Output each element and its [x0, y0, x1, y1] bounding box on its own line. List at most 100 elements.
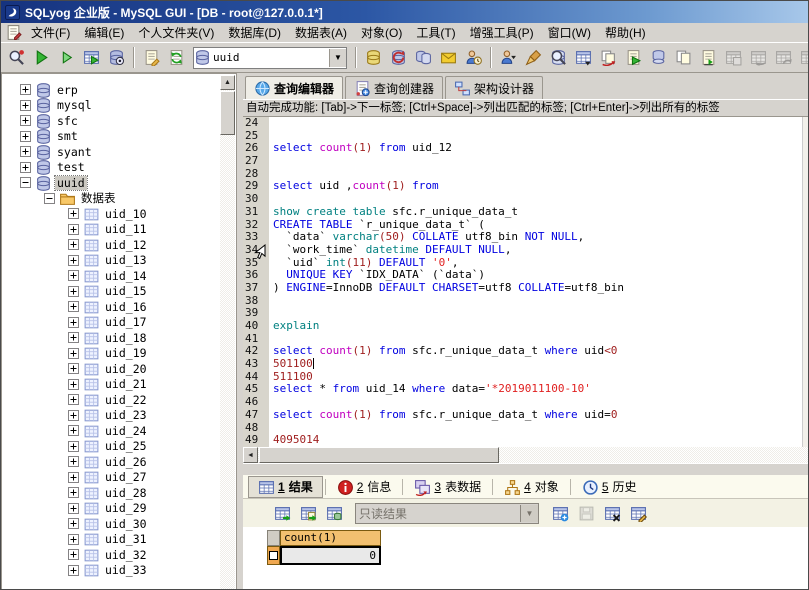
result-tab-表数据[interactable]: 3 表数据 — [405, 477, 490, 497]
tree-scrollbar[interactable]: ▲ — [220, 75, 235, 590]
expand-icon[interactable] — [68, 441, 79, 452]
menu-item[interactable]: 对象(O) — [354, 22, 409, 43]
import-button[interactable] — [671, 45, 696, 70]
sql-editor[interactable]: 242526select count(1) from uid_12272829s… — [243, 117, 809, 447]
sidebar-db-sfc[interactable]: sfc — [2, 113, 218, 129]
execute-grid-button[interactable] — [79, 45, 104, 70]
sidebar-table-uid_11[interactable]: uid_11 — [2, 222, 218, 238]
sidebar-table-uid_18[interactable]: uid_18 — [2, 330, 218, 346]
sidebar-db-erp[interactable]: erp — [2, 82, 218, 98]
expand-icon[interactable] — [68, 239, 79, 250]
menu-item[interactable]: 数据表(A) — [288, 22, 354, 43]
dropdown-arrow-icon[interactable]: ▼ — [329, 49, 346, 67]
duplicate-db-button[interactable] — [646, 45, 671, 70]
email-button[interactable] — [436, 45, 461, 70]
expand-icon[interactable] — [20, 162, 31, 173]
menu-item[interactable]: 数据库(D) — [221, 22, 288, 43]
execute-file-button[interactable] — [621, 45, 646, 70]
user-manager-button[interactable] — [496, 45, 521, 70]
sidebar-table-uid_25[interactable]: uid_25 — [2, 439, 218, 455]
result-tab-结果[interactable]: 1 结果 — [248, 476, 323, 498]
sidebar-table-uid_19[interactable]: uid_19 — [2, 346, 218, 362]
menu-item[interactable]: 帮助(H) — [598, 22, 653, 43]
expand-icon[interactable] — [20, 115, 31, 126]
sidebar-table-uid_15[interactable]: uid_15 — [2, 284, 218, 300]
expand-icon[interactable] — [20, 146, 31, 157]
flush-button[interactable] — [521, 45, 546, 70]
tree-scroll-thumb[interactable] — [220, 91, 235, 135]
connect-db-button[interactable] — [361, 45, 386, 70]
sidebar-tables-folder[interactable]: 数据表 — [2, 191, 218, 207]
connect-button[interactable] — [4, 45, 29, 70]
expand-icon[interactable] — [68, 348, 79, 359]
expand-icon[interactable] — [20, 84, 31, 95]
editor-scroll-left-button[interactable]: ◄ — [243, 447, 258, 463]
tab-架构设计器[interactable]: 架构设计器 — [445, 76, 543, 99]
grid-column-header[interactable]: count(1) — [280, 530, 381, 546]
sidebar-table-uid_28[interactable]: uid_28 — [2, 485, 218, 501]
sidebar-db-smt[interactable]: smt — [2, 129, 218, 145]
database-selector[interactable]: uuid▼ — [193, 47, 347, 69]
expand-icon[interactable] — [68, 487, 79, 498]
tree-scroll-up-button[interactable]: ▲ — [220, 75, 235, 90]
result-mode-dropdown[interactable]: 只读结果▼ — [355, 503, 539, 524]
sidebar-table-uid_26[interactable]: uid_26 — [2, 454, 218, 470]
expand-icon[interactable] — [68, 549, 79, 560]
sidebar-table-uid_24[interactable]: uid_24 — [2, 423, 218, 439]
expand-icon[interactable] — [68, 317, 79, 328]
row-checkbox[interactable] — [269, 551, 278, 560]
result-tab-对象[interactable]: 4 对象 — [495, 477, 568, 497]
export-result-file-button[interactable] — [297, 502, 319, 524]
sidebar-db-uuid[interactable]: uuid — [2, 175, 218, 191]
grid-corner-cell[interactable] — [267, 530, 280, 546]
export-result-button[interactable] — [271, 502, 293, 524]
sidebar-table-uid_23[interactable]: uid_23 — [2, 408, 218, 424]
grid-row-selector[interactable] — [267, 546, 280, 565]
expand-icon[interactable] — [68, 286, 79, 297]
sidebar-table-uid_14[interactable]: uid_14 — [2, 268, 218, 284]
sidebar-db-mysql[interactable]: mysql — [2, 98, 218, 114]
expand-icon[interactable] — [20, 131, 31, 142]
expand-icon[interactable] — [68, 472, 79, 483]
sidebar-db-test[interactable]: test — [2, 160, 218, 176]
menu-item[interactable]: 个人文件夹(V) — [131, 22, 221, 43]
menu-item[interactable]: 窗口(W) — [541, 22, 598, 43]
expand-icon[interactable] — [20, 100, 31, 111]
editor-horizontal-scrollbar[interactable]: ◄ — [243, 447, 809, 463]
menu-item[interactable]: 增强工具(P) — [463, 22, 541, 43]
expand-icon[interactable] — [68, 394, 79, 405]
search-data-button[interactable] — [546, 45, 571, 70]
sidebar-table-uid_16[interactable]: uid_16 — [2, 299, 218, 315]
sidebar-db-syant[interactable]: syant — [2, 144, 218, 160]
editor-vertical-scrollbar[interactable] — [802, 117, 809, 447]
execute-current-button[interactable] — [54, 45, 79, 70]
add-row-button[interactable] — [549, 502, 571, 524]
result-tab-历史[interactable]: 5 历史 — [573, 477, 646, 497]
sidebar-table-uid_13[interactable]: uid_13 — [2, 253, 218, 269]
export-button[interactable] — [696, 45, 721, 70]
sidebar-table-uid_32[interactable]: uid_32 — [2, 547, 218, 563]
sidebar-table-uid_10[interactable]: uid_10 — [2, 206, 218, 222]
expand-icon[interactable] — [68, 270, 79, 281]
menu-item[interactable]: 文件(F) — [24, 22, 77, 43]
tab-查询创建器[interactable]: 查询创建器 — [345, 76, 443, 99]
expand-icon[interactable] — [68, 208, 79, 219]
table-menu-button[interactable] — [571, 45, 596, 70]
expand-icon[interactable] — [68, 456, 79, 467]
editor-scroll-thumb[interactable] — [259, 447, 499, 463]
expand-icon[interactable] — [68, 503, 79, 514]
menu-item[interactable]: 编辑(E) — [77, 22, 131, 43]
scheduler-button[interactable] — [461, 45, 486, 70]
sidebar-table-uid_31[interactable]: uid_31 — [2, 532, 218, 548]
sidebar-table-uid_29[interactable]: uid_29 — [2, 501, 218, 517]
sidebar-table-uid_21[interactable]: uid_21 — [2, 377, 218, 393]
expand-icon[interactable] — [68, 301, 79, 312]
edit-row-button[interactable] — [627, 502, 649, 524]
sidebar-table-uid_22[interactable]: uid_22 — [2, 392, 218, 408]
expand-icon[interactable] — [68, 224, 79, 235]
sidebar-table-uid_33[interactable]: uid_33 — [2, 563, 218, 579]
grid-value-cell[interactable]: 0 — [280, 546, 381, 565]
sidebar-table-uid_17[interactable]: uid_17 — [2, 315, 218, 331]
copy-db-button[interactable] — [411, 45, 436, 70]
refresh-db-button[interactable] — [386, 45, 411, 70]
